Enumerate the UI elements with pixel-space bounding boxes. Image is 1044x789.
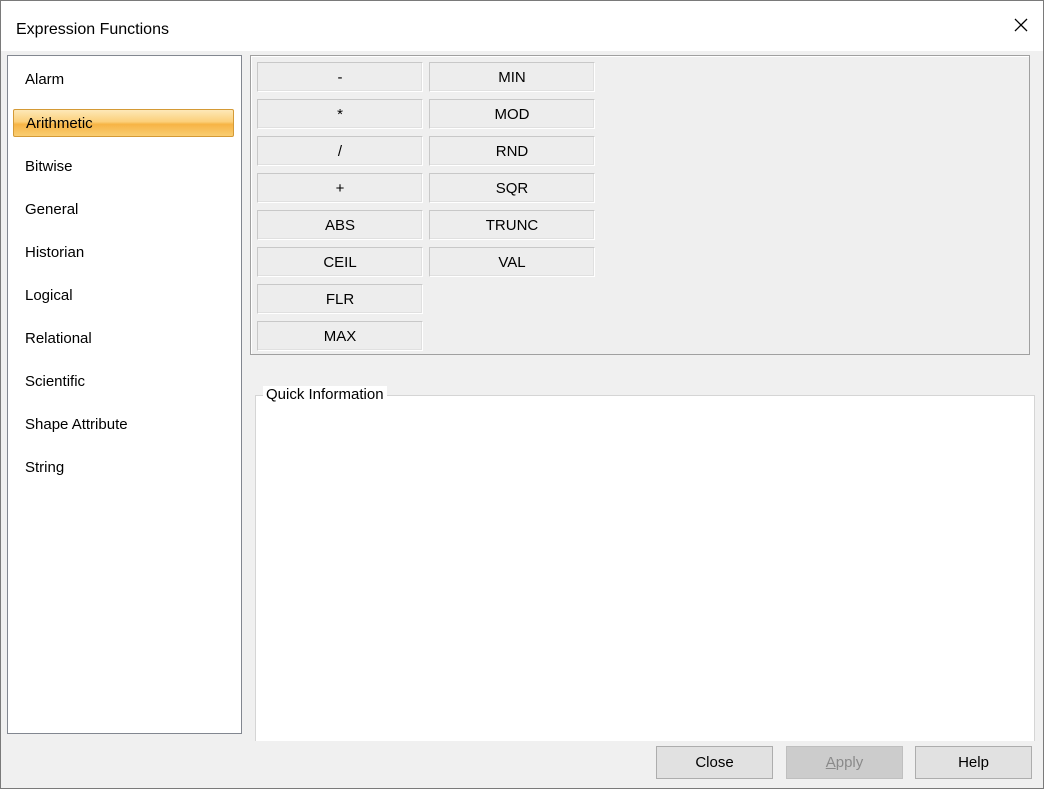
close-button[interactable]: Close [656,746,773,779]
category-item-scientific[interactable]: Scientific [13,368,234,396]
apply-button-mnemonic: A [825,754,836,771]
category-item-shape-attribute[interactable]: Shape Attribute [13,411,234,439]
category-item-bitwise[interactable]: Bitwise [13,153,234,181]
category-label: Scientific [25,373,86,390]
function-button-max[interactable]: MAX [257,321,423,351]
apply-button[interactable]: Apply [786,746,903,779]
quick-information-box [255,395,1035,741]
category-label: Relational [25,330,92,347]
function-button-panel: - * / + ABS CEIL FLR MAX MIN MOD RND SQR… [250,55,1030,355]
function-button-abs[interactable]: ABS [257,210,423,240]
category-label: Shape Attribute [25,416,128,433]
help-button[interactable]: Help [915,746,1032,779]
title-bar: Expression Functions [1,1,1043,51]
apply-button-label-rest: pply [835,754,864,771]
category-item-relational[interactable]: Relational [13,325,234,353]
close-icon[interactable] [1009,13,1033,37]
category-item-alarm[interactable]: Alarm [13,66,234,94]
function-button-plus[interactable]: + [257,173,423,203]
category-item-logical[interactable]: Logical [13,282,234,310]
category-item-historian[interactable]: Historian [13,239,234,267]
category-label: General [25,201,79,218]
category-label: Historian [25,244,85,261]
quick-information-legend: Quick Information [263,386,387,403]
category-item-string[interactable]: String [13,454,234,482]
category-label: Logical [25,287,73,304]
function-button-divide[interactable]: / [257,136,423,166]
dialog-title: Expression Functions [16,21,169,38]
category-label: Bitwise [25,158,73,175]
category-list: Alarm Arithmetic Bitwise General Histori… [7,55,242,734]
function-button-rnd[interactable]: RND [429,136,595,166]
function-button-min[interactable]: MIN [429,62,595,92]
category-label: Arithmetic [26,115,93,132]
function-button-ceil[interactable]: CEIL [257,247,423,277]
function-button-val[interactable]: VAL [429,247,595,277]
function-button-minus[interactable]: - [257,62,423,92]
category-item-arithmetic[interactable]: Arithmetic [13,109,234,137]
function-button-trunc[interactable]: TRUNC [429,210,595,240]
category-label: Alarm [25,71,65,88]
function-button-sqr[interactable]: SQR [429,173,595,203]
function-button-flr[interactable]: FLR [257,284,423,314]
function-button-mod[interactable]: MOD [429,99,595,129]
category-item-general[interactable]: General [13,196,234,224]
function-button-multiply[interactable]: * [257,99,423,129]
category-label: String [25,459,65,476]
